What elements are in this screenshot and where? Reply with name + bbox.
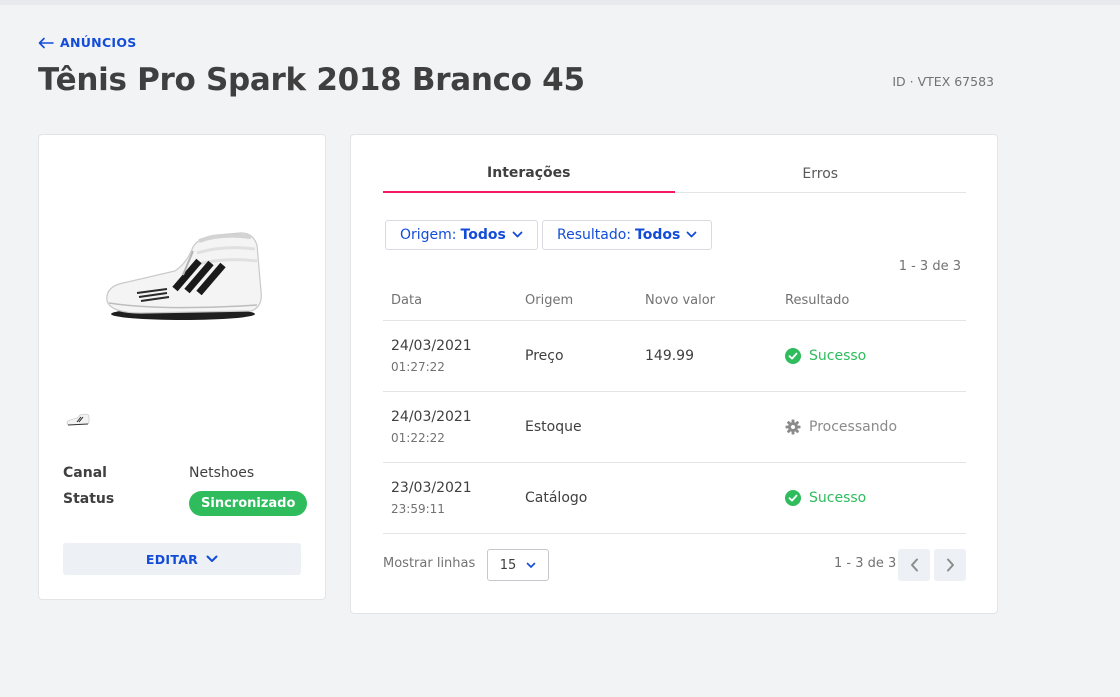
back-to-ads-link[interactable]: ANÚNCIOS: [38, 35, 137, 50]
arrow-left-icon: [38, 37, 54, 48]
canal-label: Canal: [63, 465, 107, 481]
row-result-label: Sucesso: [809, 348, 867, 364]
table-row[interactable]: 24/03/2021 01:22:22 Estoque Processando: [383, 392, 966, 463]
row-result-label: Processando: [809, 419, 898, 435]
table-header: Data Origem Novo valor Resultado: [383, 285, 966, 321]
row-date: 23/03/2021: [391, 480, 472, 496]
row-origin: Catálogo: [525, 490, 588, 506]
chevron-down-icon: [686, 231, 697, 238]
chevron-left-icon: [910, 558, 918, 572]
product-thumbnail[interactable]: [66, 413, 90, 427]
previous-page-button[interactable]: [898, 549, 930, 581]
edit-button[interactable]: EDITAR: [63, 543, 301, 575]
product-card: Canal Netshoes Status Sincronizado EDITA…: [38, 134, 326, 600]
row-new-value: 149.99: [645, 348, 694, 364]
chevron-down-icon: [526, 562, 536, 568]
next-page-button[interactable]: [934, 549, 966, 581]
column-new-value: Novo valor: [645, 293, 716, 308]
table-row[interactable]: 24/03/2021 01:27:22 Preço 149.99 Sucesso: [383, 321, 966, 392]
origin-filter-value: Todos: [460, 227, 506, 243]
row-result-label: Sucesso: [809, 490, 867, 506]
row-time: 01:27:22: [391, 360, 445, 374]
row-time: 01:22:22: [391, 431, 445, 445]
column-result: Resultado: [785, 293, 850, 308]
check-circle-icon: [785, 348, 801, 364]
tab-interactions[interactable]: Interações: [383, 155, 675, 193]
column-date: Data: [391, 293, 423, 308]
tab-errors[interactable]: Erros: [675, 155, 967, 192]
row-time: 23:59:11: [391, 502, 445, 516]
chevron-right-icon: [946, 558, 954, 572]
row-date: 24/03/2021: [391, 338, 472, 354]
status-label: Status: [63, 491, 115, 507]
edit-button-label: EDITAR: [145, 551, 199, 567]
back-link-label: ANÚNCIOS: [60, 35, 137, 50]
chevron-down-icon: [206, 555, 218, 562]
tabs: Interações Erros: [383, 155, 966, 193]
results-count: 1 - 3 de 3: [898, 259, 961, 274]
status-badge: Sincronizado: [189, 491, 308, 516]
interactions-card: Interações Erros Origem: Todos Resultado…: [350, 134, 998, 614]
chevron-down-icon: [512, 231, 523, 238]
row-origin: Estoque: [525, 419, 582, 435]
product-image[interactable]: [101, 231, 265, 327]
product-id: ID · VTEX 67583: [892, 74, 994, 89]
result-filter-value: Todos: [635, 227, 681, 243]
rows-per-page-value: 15: [499, 557, 517, 573]
origin-filter[interactable]: Origem: Todos: [385, 220, 538, 250]
column-origin: Origem: [525, 293, 574, 308]
row-origin: Preço: [525, 348, 564, 364]
pagination-count: 1 - 3 de 3: [834, 556, 897, 571]
gear-icon: [785, 419, 801, 435]
table-row[interactable]: 23/03/2021 23:59:11 Catálogo Sucesso: [383, 463, 966, 534]
row-result: Sucesso: [785, 490, 866, 506]
row-date: 24/03/2021: [391, 409, 472, 425]
check-circle-icon: [785, 490, 801, 506]
result-filter-prefix: Resultado:: [557, 227, 632, 243]
rows-per-page-label: Mostrar linhas: [383, 556, 476, 571]
top-strip: [0, 0, 1120, 5]
row-result: Sucesso: [785, 348, 866, 364]
page-title: Tênis Pro Spark 2018 Branco 45: [38, 62, 585, 98]
result-filter[interactable]: Resultado: Todos: [542, 220, 713, 250]
row-result: Processando: [785, 419, 897, 435]
rows-per-page-select[interactable]: 15: [487, 549, 549, 581]
canal-value: Netshoes: [189, 465, 255, 481]
origin-filter-prefix: Origem:: [400, 227, 457, 243]
